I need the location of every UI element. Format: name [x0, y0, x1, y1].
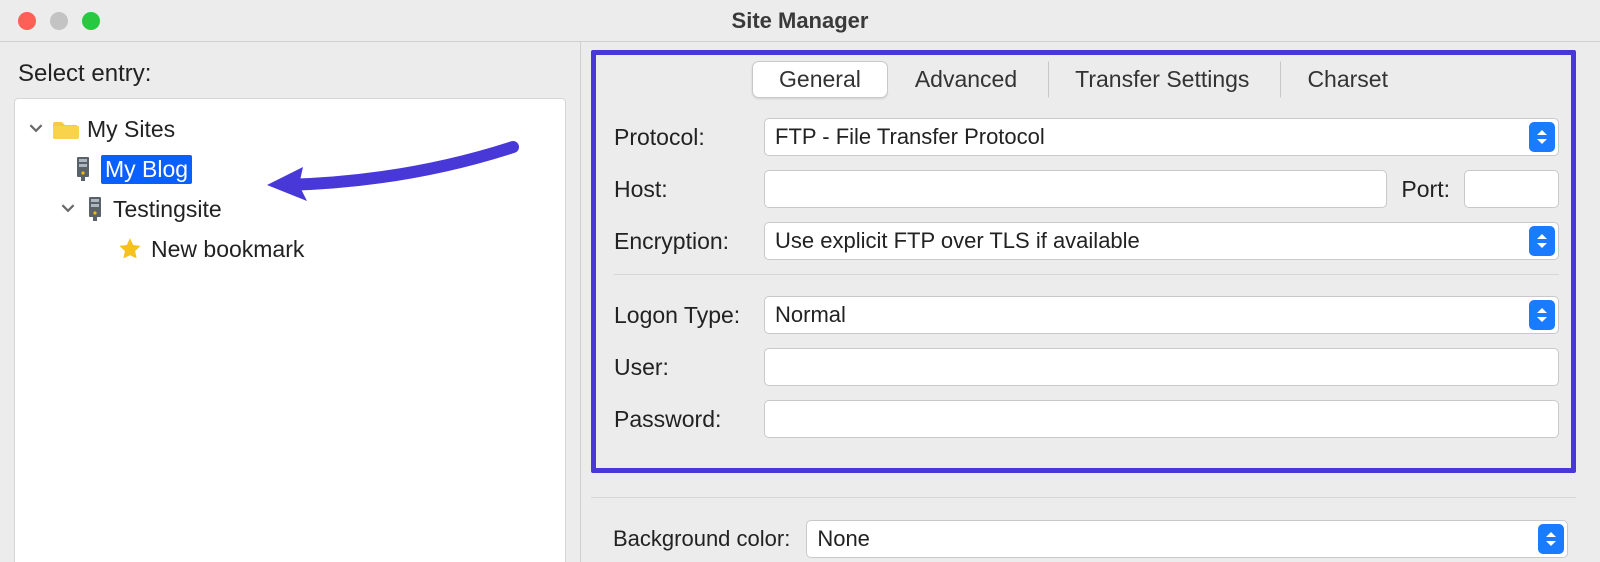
- background-color-value: None: [817, 526, 870, 552]
- tree-row-my-sites[interactable]: My Sites: [21, 109, 559, 149]
- logon-type-select[interactable]: Normal: [764, 296, 1559, 334]
- tree-row-new-bookmark[interactable]: New bookmark: [21, 229, 559, 269]
- row-user: User:: [614, 348, 1559, 386]
- chevron-down-icon[interactable]: [27, 121, 45, 138]
- select-entry-label: Select entry:: [18, 60, 566, 88]
- tree-row-testingsite[interactable]: Testingsite: [21, 189, 559, 229]
- minimize-window-button[interactable]: [50, 12, 68, 30]
- user-label: User:: [614, 354, 764, 381]
- main-split: Select entry: My Sites My Blog: [0, 42, 1600, 562]
- protocol-value: FTP - File Transfer Protocol: [775, 124, 1045, 150]
- folder-icon: [53, 118, 79, 140]
- tree-label-new-bookmark: New bookmark: [151, 236, 304, 263]
- traffic-lights: [18, 12, 100, 30]
- background-color-label: Background color:: [613, 526, 790, 552]
- protocol-select[interactable]: FTP - File Transfer Protocol: [764, 118, 1559, 156]
- chevron-down-icon[interactable]: [59, 201, 77, 218]
- updown-caret-icon: [1529, 300, 1555, 330]
- updown-caret-icon: [1529, 122, 1555, 152]
- site-tree[interactable]: My Sites My Blog Testingsite: [14, 98, 566, 562]
- window-title: Site Manager: [0, 8, 1600, 34]
- user-input[interactable]: [764, 348, 1559, 386]
- tree-row-my-blog[interactable]: My Blog: [21, 149, 559, 189]
- server-icon: [73, 156, 93, 182]
- encryption-value: Use explicit FTP over TLS if available: [775, 228, 1140, 254]
- encryption-select[interactable]: Use explicit FTP over TLS if available: [764, 222, 1559, 260]
- row-logon-type: Logon Type: Normal: [614, 296, 1559, 334]
- close-window-button[interactable]: [18, 12, 36, 30]
- tree-label-my-sites: My Sites: [87, 116, 175, 143]
- row-encryption: Encryption: Use explicit FTP over TLS if…: [614, 222, 1559, 260]
- protocol-label: Protocol:: [614, 124, 764, 151]
- tab-general[interactable]: General: [752, 61, 888, 98]
- password-input[interactable]: [764, 400, 1559, 438]
- settings-pane: General Advanced Transfer Settings Chars…: [580, 42, 1600, 562]
- encryption-label: Encryption:: [614, 228, 764, 255]
- updown-caret-icon: [1538, 524, 1564, 554]
- annotation-highlight-box: General Advanced Transfer Settings Chars…: [591, 50, 1576, 473]
- row-protocol: Protocol: FTP - File Transfer Protocol: [614, 118, 1559, 156]
- entry-list-pane: Select entry: My Sites My Blog: [0, 42, 580, 562]
- port-label: Port:: [1401, 176, 1450, 203]
- general-form: Protocol: FTP - File Transfer Protocol H…: [600, 118, 1567, 438]
- tab-charset[interactable]: Charset: [1280, 61, 1415, 98]
- password-label: Password:: [614, 406, 764, 433]
- row-host: Host: Port:: [614, 170, 1559, 208]
- updown-caret-icon: [1529, 226, 1555, 256]
- server-icon: [85, 196, 105, 222]
- titlebar: Site Manager: [0, 0, 1600, 42]
- tab-strip: General Advanced Transfer Settings Chars…: [600, 57, 1567, 118]
- tab-transfer-settings[interactable]: Transfer Settings: [1048, 61, 1276, 98]
- logon-type-label: Logon Type:: [614, 302, 764, 329]
- tree-label-my-blog: My Blog: [101, 155, 192, 184]
- section-divider: [614, 274, 1559, 284]
- host-input[interactable]: [764, 170, 1387, 208]
- background-color-select[interactable]: None: [806, 520, 1568, 558]
- tree-label-testingsite: Testingsite: [113, 196, 222, 223]
- star-icon: [117, 236, 143, 262]
- port-input[interactable]: [1464, 170, 1559, 208]
- host-label: Host:: [614, 176, 764, 203]
- logon-type-value: Normal: [775, 302, 846, 328]
- tab-advanced[interactable]: Advanced: [888, 61, 1044, 98]
- row-password: Password:: [614, 400, 1559, 438]
- row-background-color: Background color: None: [591, 497, 1576, 558]
- zoom-window-button[interactable]: [82, 12, 100, 30]
